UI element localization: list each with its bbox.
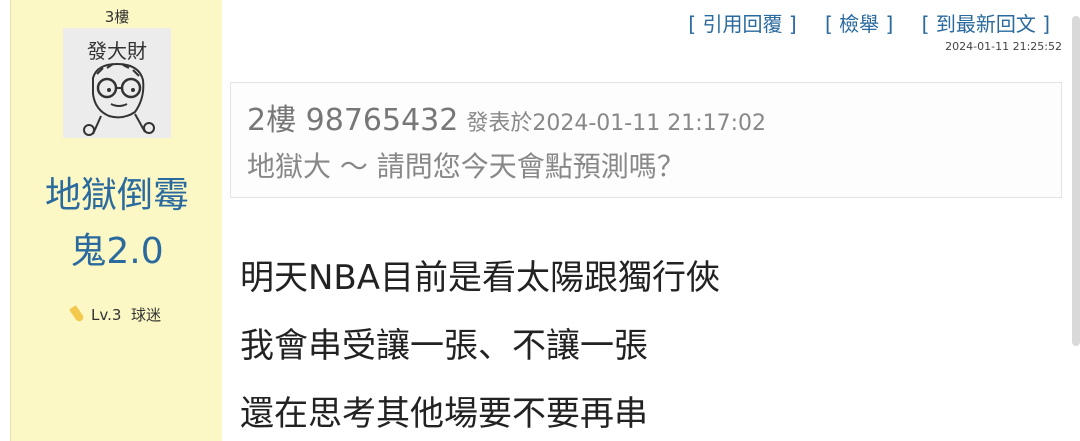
quoted-post: 2樓 98765432 發表於2024-01-11 21:17:02 地獄大 ～ … <box>230 82 1062 198</box>
scrollbar[interactable] <box>1072 16 1080 346</box>
quote-floor: 2樓 <box>247 103 297 138</box>
jump-latest-button[interactable]: [ 到最新回文 ] <box>922 12 1050 36</box>
floor-number: 3樓 <box>104 8 130 26</box>
quote-posted-time: 2024-01-11 21:17:02 <box>532 111 767 136</box>
report-button[interactable]: [ 檢舉 ] <box>825 12 893 36</box>
quote-reply-button[interactable]: [ 引用回覆 ] <box>688 12 796 36</box>
username-line2[interactable]: 鬼2.0 <box>11 224 223 280</box>
post-body: 明天NBA目前是看太陽跟獨行俠 我會串受讓一張、不讓一張 還在思考其他場要不要再… <box>240 244 720 441</box>
doodle-avatar-icon: 發大財 <box>83 39 155 136</box>
post-body-line: 我會串受讓一張、不讓一張 <box>240 326 648 366</box>
post-body-line: 明天NBA目前是看太陽跟獨行俠 <box>240 258 721 298</box>
avatar-caption: 發大財 <box>87 39 147 63</box>
post-body-line: 還在思考其他場要不要再串 <box>240 394 648 434</box>
post-timestamp: 2024-01-11 21:25:52 <box>945 40 1062 53</box>
quote-user-id[interactable]: 98765432 <box>306 103 459 138</box>
post-content-area: [ 引用回覆 ] [ 檢舉 ] [ 到最新回文 ] 2024-01-11 21:… <box>222 0 1080 441</box>
user-panel: 3樓 發大財 地獄倒霉 鬼2.0 Lv.3 球迷 <box>10 0 223 441</box>
quote-header: 2樓 98765432 發表於2024-01-11 21:17:02 <box>247 95 766 139</box>
username-line1[interactable]: 地獄倒霉 <box>11 168 223 224</box>
post-actions: [ 引用回覆 ] [ 檢舉 ] [ 到最新回文 ] <box>666 8 1050 37</box>
username[interactable]: 地獄倒霉 鬼2.0 <box>11 168 223 280</box>
pencil-icon <box>69 305 85 323</box>
level-row: Lv.3 球迷 <box>11 304 223 325</box>
forum-post: 3樓 發大財 地獄倒霉 鬼2.0 Lv.3 球迷 [引用回覆] [檢舉]… <box>0 0 1080 441</box>
quote-content: 地獄大 ～ 請問您今天會點預測嗎？ <box>247 150 685 183</box>
avatar[interactable]: 發大財 <box>63 28 171 138</box>
rank-text: 球迷 <box>130 306 161 324</box>
level-text: Lv.3 <box>91 306 122 324</box>
quote-posted-label: 發表於 <box>466 111 533 136</box>
